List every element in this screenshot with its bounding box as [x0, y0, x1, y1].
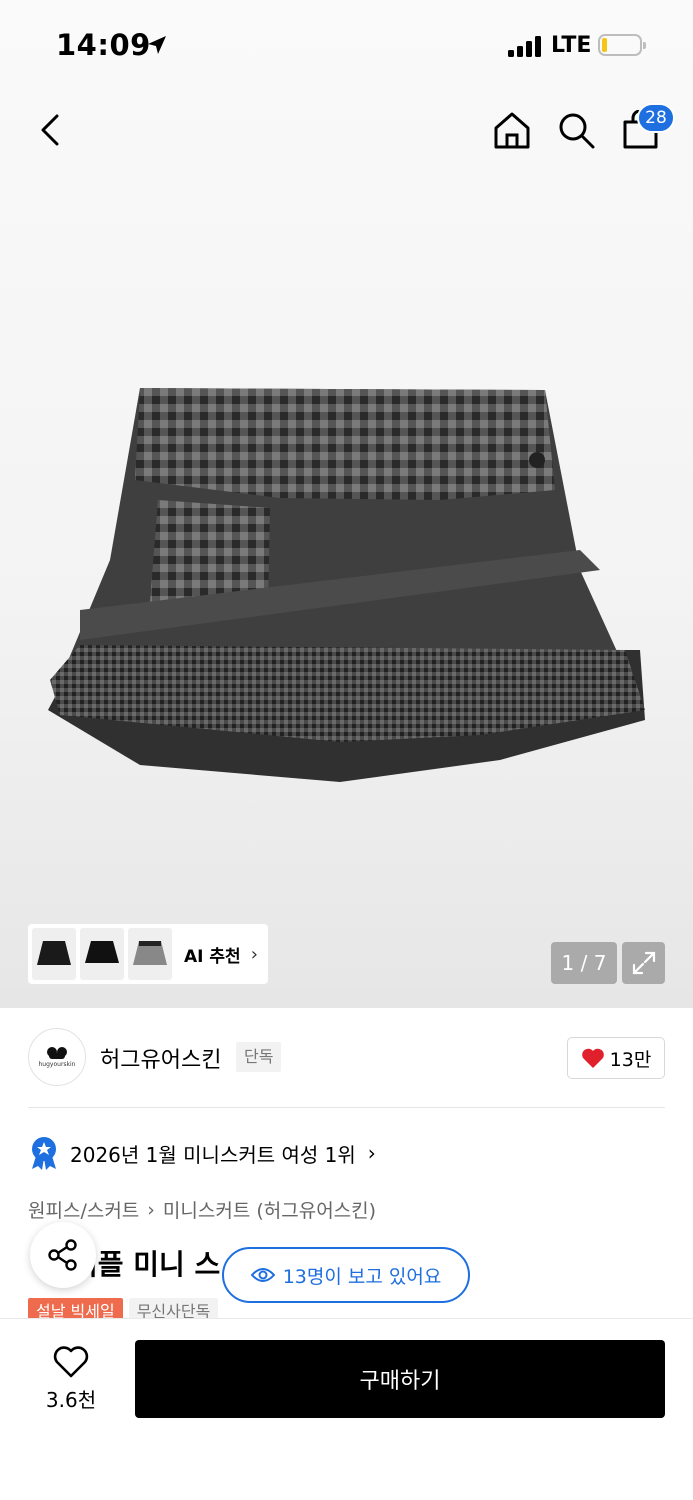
brand-logo-text: hugyourskin [38, 1061, 76, 1068]
viewers-text: 13명이 보고 있어요 [282, 1265, 442, 1288]
back-icon[interactable] [32, 110, 72, 150]
breadcrumb-category[interactable]: 원피스/스커트 [28, 1196, 139, 1223]
viewers-indicator: 13명이 보고 있어요 [222, 1247, 470, 1303]
ranking-medal-icon [32, 1137, 56, 1170]
network-type: LTE [551, 33, 592, 58]
ai-recommendation-strip[interactable]: AI 추천 › [28, 924, 268, 984]
eye-icon [250, 1268, 275, 1282]
home-icon[interactable] [492, 110, 532, 150]
divider [28, 1107, 665, 1108]
ranking-text: 2026년 1월 미니스커트 여성 1위 [70, 1142, 356, 1167]
recommendation-thumbnail[interactable] [32, 928, 76, 980]
search-icon[interactable] [556, 110, 596, 150]
signal-icon [508, 36, 541, 57]
recommendation-thumbnail[interactable] [128, 928, 172, 980]
brand-name-link[interactable]: 허그유어스킨 [100, 1042, 221, 1074]
ranking-link[interactable]: 2026년 1월 미니스커트 여성 1위 › [28, 1136, 376, 1170]
brand-logo[interactable]: hugyourskin [28, 1028, 86, 1086]
breadcrumb-subcategory[interactable]: 미니스커트 (허그유어스킨) [163, 1196, 376, 1223]
cart-count-badge: 28 [637, 103, 675, 133]
chevron-right-icon: › [147, 1198, 155, 1221]
product-image[interactable] [40, 380, 650, 785]
expand-icon [632, 951, 655, 975]
wishlist-button[interactable]: 3.6천 [30, 1340, 112, 1418]
ai-recommend-label: AI 추천 [184, 946, 241, 967]
brand-logo-mark [47, 1047, 67, 1059]
expand-button[interactable] [622, 942, 665, 984]
breadcrumb: 원피스/스커트 › 미니스커트 (허그유어스킨) [28, 1196, 376, 1223]
image-page-indicator: 1 / 7 [551, 942, 617, 984]
status-bar: 14:09 LTE [0, 0, 693, 90]
heart-outline-icon [53, 1345, 89, 1377]
brand-like-button[interactable]: 13만 [567, 1037, 665, 1079]
chevron-right-icon: › [250, 943, 258, 965]
wishlist-count: 3.6천 [45, 1387, 97, 1412]
exclusive-badge: 단독 [236, 1042, 282, 1072]
chevron-right-icon: › [367, 1141, 376, 1165]
buy-button[interactable]: 구매하기 [135, 1340, 665, 1418]
status-time: 14:09 [56, 28, 151, 62]
share-icon [48, 1239, 77, 1271]
brand-like-count: 13만 [609, 1048, 652, 1071]
battery-icon [598, 34, 646, 56]
heart-filled-icon [581, 1048, 604, 1068]
share-button[interactable] [30, 1222, 96, 1288]
location-arrow-icon [148, 36, 166, 54]
recommendation-thumbnail[interactable] [80, 928, 124, 980]
